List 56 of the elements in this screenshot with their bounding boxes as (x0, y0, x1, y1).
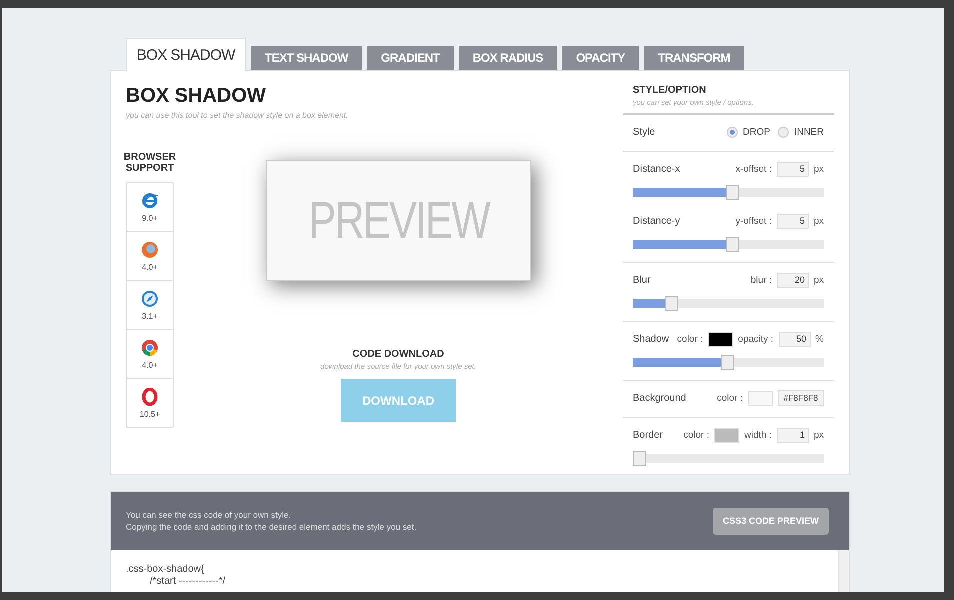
number-field[interactable]: 5 (776, 162, 809, 176)
field-label: blur : (750, 274, 772, 286)
field-label: color : (677, 334, 704, 344)
radio-option[interactable]: DROP (726, 126, 770, 138)
browser-support-title: BROWSER SUPPORT (124, 152, 176, 174)
number-field[interactable]: 20 (776, 272, 809, 288)
field-label: color : (684, 430, 710, 440)
number-field[interactable]: 50 (778, 332, 811, 346)
fox-globe-icon (141, 240, 159, 258)
slider[interactable] (633, 237, 824, 252)
field-label: x-offset : (736, 164, 772, 174)
slider[interactable] (633, 296, 824, 311)
version-label: 3.1+ (142, 312, 158, 320)
color-swatch[interactable] (714, 428, 740, 442)
option-label: Border (633, 430, 664, 440)
chrome-ring-icon (141, 338, 159, 356)
field-label: color : (717, 392, 743, 404)
unit-label: px (814, 274, 824, 286)
unit-label: px (814, 164, 824, 174)
option-label: Blur (633, 274, 651, 286)
option-label: Distance-y (633, 216, 680, 226)
radio-option[interactable]: INNER (778, 126, 824, 138)
option-label: Distance-x (633, 164, 680, 174)
page-title: BOX SHADOW (126, 85, 267, 108)
ring-icon (141, 388, 159, 406)
code-line: .css-box-shadow{ (126, 564, 206, 576)
unit-label: % (816, 334, 824, 344)
tab[interactable]: BOX SHADOW (126, 38, 246, 71)
download-title: CODE DOWNLOAD (352, 349, 444, 360)
compass-icon (141, 290, 159, 308)
info-text: Copying the code and adding it to the desired element adds the style you set. (126, 521, 417, 533)
field-label: width : (744, 430, 772, 440)
version-label: 4.0+ (142, 360, 158, 370)
info-text: You can see the css code of your own style. (126, 509, 292, 521)
option-label: Background (633, 392, 686, 404)
options-title: STYLE/OPTION (632, 85, 708, 96)
slider[interactable] (633, 451, 824, 466)
unit-label: px (814, 430, 824, 440)
page-subtitle: you can use this tool to set the shadow style on a box element. (126, 111, 350, 120)
unit-label: px (814, 216, 824, 226)
color-swatch[interactable] (748, 390, 773, 406)
color-field[interactable]: #F8F8F8 (778, 390, 824, 406)
e-globe-icon (141, 192, 159, 210)
field-label: y-offset : (736, 216, 772, 226)
option-label: Style (633, 126, 656, 138)
option-label: Shadow (633, 334, 670, 344)
code-line: /*start ------------*/ (149, 576, 227, 588)
color-swatch[interactable] (708, 332, 734, 346)
number-field[interactable]: 1 (776, 428, 809, 442)
field-label: opacity : (738, 334, 774, 344)
number-field[interactable]: 5 (776, 214, 809, 228)
version-label: 4.0+ (142, 262, 158, 272)
slider[interactable] (633, 185, 824, 200)
slider[interactable] (633, 355, 824, 370)
version-label: 10.5+ (140, 410, 160, 418)
version-label: 9.0+ (142, 214, 158, 222)
